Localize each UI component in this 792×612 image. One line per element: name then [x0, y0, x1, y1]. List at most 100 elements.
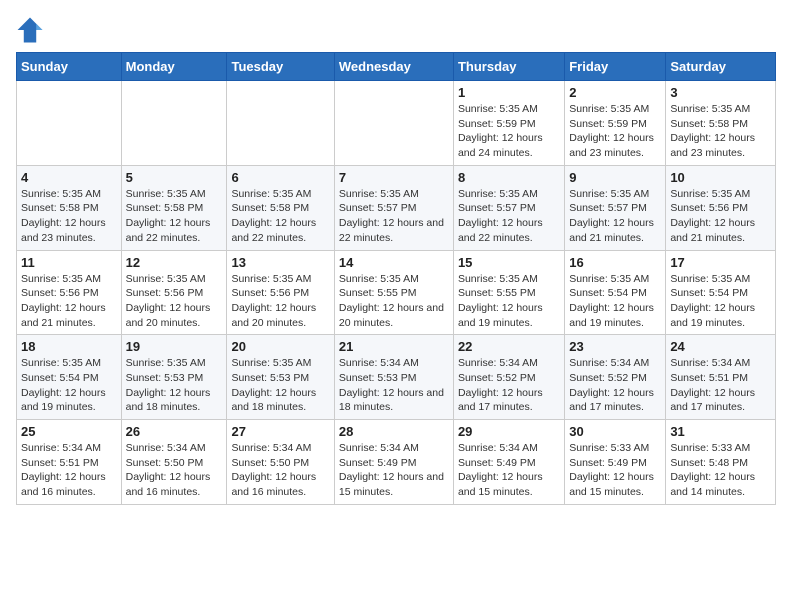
- col-header-tuesday: Tuesday: [227, 53, 334, 81]
- calendar-cell: 13 Sunrise: 5:35 AM Sunset: 5:56 PM Dayli…: [227, 250, 334, 335]
- day-info: Sunrise: 5:34 AM Sunset: 5:49 PM Dayligh…: [339, 441, 449, 500]
- day-number: 2: [569, 85, 661, 100]
- calendar-cell: 30 Sunrise: 5:33 AM Sunset: 5:49 PM Dayli…: [565, 420, 666, 505]
- calendar-cell: 26 Sunrise: 5:34 AM Sunset: 5:50 PM Dayli…: [121, 420, 227, 505]
- day-info: Sunrise: 5:35 AM Sunset: 5:57 PM Dayligh…: [458, 187, 560, 246]
- calendar-cell: 3Sunrise: 5:35 AM Sunset: 5:58 PM Daylig…: [666, 81, 776, 166]
- day-number: 12: [126, 255, 223, 270]
- day-number: 15: [458, 255, 560, 270]
- day-number: 20: [231, 339, 329, 354]
- day-number: 10: [670, 170, 771, 185]
- calendar-cell: 31Sunrise: 5:33 AM Sunset: 5:48 PM Dayli…: [666, 420, 776, 505]
- day-info: Sunrise: 5:35 AM Sunset: 5:56 PM Dayligh…: [670, 187, 771, 246]
- day-number: 17: [670, 255, 771, 270]
- calendar-cell: [17, 81, 122, 166]
- day-info: Sunrise: 5:35 AM Sunset: 5:54 PM Dayligh…: [670, 272, 771, 331]
- day-number: 25: [21, 424, 117, 439]
- calendar-cell: 4 Sunrise: 5:35 AM Sunset: 5:58 PM Daylig…: [17, 165, 122, 250]
- day-number: 4: [21, 170, 117, 185]
- calendar-cell: 21 Sunrise: 5:34 AM Sunset: 5:53 PM Dayli…: [334, 335, 453, 420]
- day-info: Sunrise: 5:35 AM Sunset: 5:53 PM Dayligh…: [231, 356, 329, 415]
- day-info: Sunrise: 5:34 AM Sunset: 5:53 PM Dayligh…: [339, 356, 449, 415]
- day-number: 8: [458, 170, 560, 185]
- day-info: Sunrise: 5:34 AM Sunset: 5:51 PM Dayligh…: [670, 356, 771, 415]
- day-info: Sunrise: 5:35 AM Sunset: 5:57 PM Dayligh…: [569, 187, 661, 246]
- day-number: 1: [458, 85, 560, 100]
- week-row-1: 1 Sunrise: 5:35 AM Sunset: 5:59 PM Daylig…: [17, 81, 776, 166]
- calendar-cell: 18 Sunrise: 5:35 AM Sunset: 5:54 PM Dayli…: [17, 335, 122, 420]
- day-info: Sunrise: 5:35 AM Sunset: 5:59 PM Dayligh…: [569, 102, 661, 161]
- day-info: Sunrise: 5:35 AM Sunset: 5:59 PM Dayligh…: [458, 102, 560, 161]
- calendar-cell: [121, 81, 227, 166]
- day-info: Sunrise: 5:35 AM Sunset: 5:58 PM Dayligh…: [21, 187, 117, 246]
- day-number: 26: [126, 424, 223, 439]
- calendar-cell: 20 Sunrise: 5:35 AM Sunset: 5:53 PM Dayli…: [227, 335, 334, 420]
- col-header-saturday: Saturday: [666, 53, 776, 81]
- week-row-4: 18 Sunrise: 5:35 AM Sunset: 5:54 PM Dayli…: [17, 335, 776, 420]
- day-number: 28: [339, 424, 449, 439]
- day-info: Sunrise: 5:34 AM Sunset: 5:50 PM Dayligh…: [231, 441, 329, 500]
- day-number: 5: [126, 170, 223, 185]
- day-number: 9: [569, 170, 661, 185]
- calendar-cell: 10 Sunrise: 5:35 AM Sunset: 5:56 PM Dayli…: [666, 165, 776, 250]
- calendar-cell: 23 Sunrise: 5:34 AM Sunset: 5:52 PM Dayli…: [565, 335, 666, 420]
- day-info: Sunrise: 5:34 AM Sunset: 5:52 PM Dayligh…: [569, 356, 661, 415]
- day-number: 14: [339, 255, 449, 270]
- calendar-cell: 16 Sunrise: 5:35 AM Sunset: 5:54 PM Dayli…: [565, 250, 666, 335]
- day-number: 21: [339, 339, 449, 354]
- day-info: Sunrise: 5:34 AM Sunset: 5:52 PM Dayligh…: [458, 356, 560, 415]
- day-number: 13: [231, 255, 329, 270]
- day-number: 29: [458, 424, 560, 439]
- day-number: 30: [569, 424, 661, 439]
- day-info: Sunrise: 5:35 AM Sunset: 5:57 PM Dayligh…: [339, 187, 449, 246]
- calendar-cell: 14 Sunrise: 5:35 AM Sunset: 5:55 PM Dayli…: [334, 250, 453, 335]
- calendar-cell: 7 Sunrise: 5:35 AM Sunset: 5:57 PM Daylig…: [334, 165, 453, 250]
- day-info: Sunrise: 5:35 AM Sunset: 5:56 PM Dayligh…: [126, 272, 223, 331]
- day-number: 16: [569, 255, 661, 270]
- day-number: 7: [339, 170, 449, 185]
- day-info: Sunrise: 5:35 AM Sunset: 5:58 PM Dayligh…: [126, 187, 223, 246]
- calendar-cell: 19Sunrise: 5:35 AM Sunset: 5:53 PM Dayli…: [121, 335, 227, 420]
- day-info: Sunrise: 5:34 AM Sunset: 5:51 PM Dayligh…: [21, 441, 117, 500]
- day-info: Sunrise: 5:35 AM Sunset: 5:54 PM Dayligh…: [569, 272, 661, 331]
- day-info: Sunrise: 5:35 AM Sunset: 5:58 PM Dayligh…: [670, 102, 771, 161]
- day-number: 24: [670, 339, 771, 354]
- calendar-cell: 2 Sunrise: 5:35 AM Sunset: 5:59 PM Daylig…: [565, 81, 666, 166]
- col-header-sunday: Sunday: [17, 53, 122, 81]
- week-row-5: 25 Sunrise: 5:34 AM Sunset: 5:51 PM Dayli…: [17, 420, 776, 505]
- day-info: Sunrise: 5:35 AM Sunset: 5:54 PM Dayligh…: [21, 356, 117, 415]
- day-number: 22: [458, 339, 560, 354]
- day-number: 18: [21, 339, 117, 354]
- calendar-cell: 12 Sunrise: 5:35 AM Sunset: 5:56 PM Dayli…: [121, 250, 227, 335]
- day-info: Sunrise: 5:33 AM Sunset: 5:49 PM Dayligh…: [569, 441, 661, 500]
- calendar-cell: 8 Sunrise: 5:35 AM Sunset: 5:57 PM Daylig…: [453, 165, 564, 250]
- calendar-cell: [334, 81, 453, 166]
- calendar-table: SundayMondayTuesdayWednesdayThursdayFrid…: [16, 52, 776, 505]
- calendar-cell: 22 Sunrise: 5:34 AM Sunset: 5:52 PM Dayli…: [453, 335, 564, 420]
- calendar-cell: 1 Sunrise: 5:35 AM Sunset: 5:59 PM Daylig…: [453, 81, 564, 166]
- day-info: Sunrise: 5:35 AM Sunset: 5:58 PM Dayligh…: [231, 187, 329, 246]
- day-info: Sunrise: 5:34 AM Sunset: 5:50 PM Dayligh…: [126, 441, 223, 500]
- col-header-monday: Monday: [121, 53, 227, 81]
- calendar-cell: 27Sunrise: 5:34 AM Sunset: 5:50 PM Dayli…: [227, 420, 334, 505]
- logo-icon: [16, 16, 44, 44]
- col-header-friday: Friday: [565, 53, 666, 81]
- calendar-cell: 9 Sunrise: 5:35 AM Sunset: 5:57 PM Daylig…: [565, 165, 666, 250]
- col-header-wednesday: Wednesday: [334, 53, 453, 81]
- logo: [16, 16, 48, 44]
- day-number: 19: [126, 339, 223, 354]
- day-info: Sunrise: 5:33 AM Sunset: 5:48 PM Dayligh…: [670, 441, 771, 500]
- calendar-cell: [227, 81, 334, 166]
- col-header-thursday: Thursday: [453, 53, 564, 81]
- day-number: 11: [21, 255, 117, 270]
- day-number: 23: [569, 339, 661, 354]
- calendar-cell: 15 Sunrise: 5:35 AM Sunset: 5:55 PM Dayli…: [453, 250, 564, 335]
- calendar-cell: 24 Sunrise: 5:34 AM Sunset: 5:51 PM Dayli…: [666, 335, 776, 420]
- day-info: Sunrise: 5:35 AM Sunset: 5:55 PM Dayligh…: [339, 272, 449, 331]
- day-info: Sunrise: 5:35 AM Sunset: 5:55 PM Dayligh…: [458, 272, 560, 331]
- day-info: Sunrise: 5:35 AM Sunset: 5:56 PM Dayligh…: [21, 272, 117, 331]
- calendar-cell: 28 Sunrise: 5:34 AM Sunset: 5:49 PM Dayli…: [334, 420, 453, 505]
- day-info: Sunrise: 5:35 AM Sunset: 5:56 PM Dayligh…: [231, 272, 329, 331]
- calendar-cell: 29Sunrise: 5:34 AM Sunset: 5:49 PM Dayli…: [453, 420, 564, 505]
- day-number: 6: [231, 170, 329, 185]
